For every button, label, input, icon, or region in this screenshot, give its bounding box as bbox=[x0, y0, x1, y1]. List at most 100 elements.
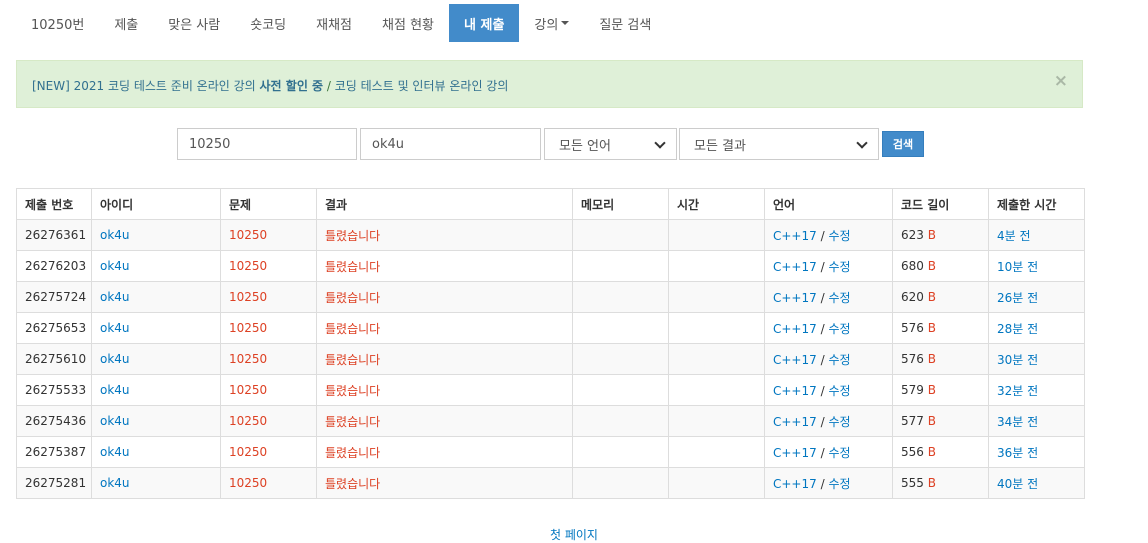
user-id-input[interactable] bbox=[360, 128, 541, 160]
code-length-value: 623 bbox=[901, 228, 924, 242]
edit-link[interactable]: 수정 bbox=[828, 322, 850, 336]
language-link[interactable]: C++17 bbox=[773, 260, 817, 274]
cell-submitted-at[interactable]: 30분 전 bbox=[988, 343, 1085, 375]
language-link[interactable]: C++17 bbox=[773, 446, 817, 460]
cell-code-length: 556 B bbox=[892, 436, 989, 468]
language-link[interactable]: C++17 bbox=[773, 415, 817, 429]
language-link[interactable]: C++17 bbox=[773, 322, 817, 336]
cell-submitted-at[interactable]: 34분 전 bbox=[988, 405, 1085, 437]
cell-memory bbox=[572, 436, 669, 468]
alert-bold: 사전 할인 중 bbox=[259, 79, 324, 93]
cell-user[interactable]: ok4u bbox=[91, 312, 221, 344]
cell-user[interactable]: ok4u bbox=[91, 436, 221, 468]
edit-link[interactable]: 수정 bbox=[828, 415, 850, 429]
cell-memory bbox=[572, 250, 669, 282]
table-row: 26275387 ok4u 10250 틀렸습니다 C++17 / 수정 556… bbox=[16, 436, 1085, 468]
alert-link-interview[interactable]: 코딩 테스트 및 인터뷰 온라인 강의 bbox=[335, 79, 509, 93]
promo-alert: [NEW] 2021 코딩 테스트 준비 온라인 강의 사전 할인 중 / 코딩… bbox=[16, 60, 1083, 108]
table-row: 26276203 ok4u 10250 틀렸습니다 C++17 / 수정 680… bbox=[16, 250, 1085, 282]
cell-language: C++17 / 수정 bbox=[764, 219, 893, 251]
language-select[interactable]: 모든 언어 bbox=[544, 128, 677, 160]
cell-code-length: 579 B bbox=[892, 374, 989, 406]
cell-submitted-at[interactable]: 36분 전 bbox=[988, 436, 1085, 468]
col-header-memory: 메모리 bbox=[572, 188, 669, 220]
cell-problem[interactable]: 10250 bbox=[220, 374, 317, 406]
cell-user[interactable]: ok4u bbox=[91, 405, 221, 437]
col-header-result: 결과 bbox=[316, 188, 573, 220]
cell-problem[interactable]: 10250 bbox=[220, 250, 317, 282]
nav-problem[interactable]: 10250번 bbox=[16, 4, 99, 42]
cell-submitted-at[interactable]: 4분 전 bbox=[988, 219, 1085, 251]
cell-problem[interactable]: 10250 bbox=[220, 405, 317, 437]
cell-result: 틀렸습니다 bbox=[316, 405, 573, 437]
code-length-unit: B bbox=[927, 228, 936, 242]
search-button[interactable]: 검색 bbox=[882, 131, 924, 157]
cell-submission-id: 26276361 bbox=[16, 219, 92, 251]
close-icon[interactable]: × bbox=[1054, 73, 1068, 90]
cell-problem[interactable]: 10250 bbox=[220, 281, 317, 313]
cell-submitted-at[interactable]: 32분 전 bbox=[988, 374, 1085, 406]
nav-rejudge[interactable]: 재채점 bbox=[301, 4, 367, 42]
code-length-value: 555 bbox=[901, 476, 924, 490]
result-select[interactable]: 모든 결과 bbox=[679, 128, 879, 160]
cell-user[interactable]: ok4u bbox=[91, 343, 221, 375]
cell-language: C++17 / 수정 bbox=[764, 281, 893, 313]
edit-link[interactable]: 수정 bbox=[828, 260, 850, 274]
cell-user[interactable]: ok4u bbox=[91, 250, 221, 282]
nav-short-coding[interactable]: 숏코딩 bbox=[235, 4, 301, 42]
cell-time bbox=[668, 312, 765, 344]
language-link[interactable]: C++17 bbox=[773, 291, 817, 305]
code-length-value: 576 bbox=[901, 321, 924, 335]
language-link[interactable]: C++17 bbox=[773, 384, 817, 398]
first-page-link[interactable]: 첫 페이지 bbox=[0, 526, 1148, 543]
edit-link[interactable]: 수정 bbox=[828, 353, 850, 367]
table-row: 26275653 ok4u 10250 틀렸습니다 C++17 / 수정 576… bbox=[16, 312, 1085, 344]
cell-user[interactable]: ok4u bbox=[91, 467, 221, 499]
problem-id-input[interactable] bbox=[177, 128, 357, 160]
cell-result: 틀렸습니다 bbox=[316, 374, 573, 406]
code-length-unit: B bbox=[927, 445, 936, 459]
cell-submitted-at[interactable]: 10분 전 bbox=[988, 250, 1085, 282]
cell-code-length: 680 B bbox=[892, 250, 989, 282]
cell-submission-id: 26275281 bbox=[16, 467, 92, 499]
cell-problem[interactable]: 10250 bbox=[220, 343, 317, 375]
edit-link[interactable]: 수정 bbox=[828, 446, 850, 460]
cell-user[interactable]: ok4u bbox=[91, 374, 221, 406]
cell-submitted-at[interactable]: 28분 전 bbox=[988, 312, 1085, 344]
cell-user[interactable]: ok4u bbox=[91, 281, 221, 313]
edit-link[interactable]: 수정 bbox=[828, 384, 850, 398]
nav-submit[interactable]: 제출 bbox=[99, 4, 153, 42]
cell-problem[interactable]: 10250 bbox=[220, 467, 317, 499]
cell-submission-id: 26276203 bbox=[16, 250, 92, 282]
filter-bar: 모든 언어 모든 결과 검색 bbox=[0, 128, 1148, 160]
cell-code-length: 577 B bbox=[892, 405, 989, 437]
language-link[interactable]: C++17 bbox=[773, 477, 817, 491]
nav-my-submissions[interactable]: 내 제출 bbox=[449, 4, 520, 42]
nav-solved-users[interactable]: 맞은 사람 bbox=[153, 4, 235, 42]
cell-problem[interactable]: 10250 bbox=[220, 219, 317, 251]
cell-code-length: 623 B bbox=[892, 219, 989, 251]
cell-problem[interactable]: 10250 bbox=[220, 312, 317, 344]
cell-result: 틀렸습니다 bbox=[316, 436, 573, 468]
alert-prefix: [NEW] 2021 코딩 테스트 준비 온라인 강의 bbox=[32, 79, 260, 93]
cell-time bbox=[668, 405, 765, 437]
language-link[interactable]: C++17 bbox=[773, 353, 817, 367]
code-length-unit: B bbox=[927, 414, 936, 428]
cell-problem[interactable]: 10250 bbox=[220, 436, 317, 468]
nav-lectures-dropdown[interactable]: 강의 bbox=[519, 4, 584, 42]
alert-link-course[interactable]: [NEW] 2021 코딩 테스트 준비 온라인 강의 사전 할인 중 bbox=[32, 79, 323, 93]
code-length-unit: B bbox=[927, 476, 936, 490]
cell-time bbox=[668, 343, 765, 375]
nav-question-search[interactable]: 질문 검색 bbox=[584, 4, 666, 42]
language-link[interactable]: C++17 bbox=[773, 229, 817, 243]
cell-submitted-at[interactable]: 40분 전 bbox=[988, 467, 1085, 499]
table-row: 26275724 ok4u 10250 틀렸습니다 C++17 / 수정 620… bbox=[16, 281, 1085, 313]
code-length-unit: B bbox=[927, 383, 936, 397]
edit-link[interactable]: 수정 bbox=[828, 229, 850, 243]
edit-link[interactable]: 수정 bbox=[828, 291, 850, 305]
cell-submitted-at[interactable]: 26분 전 bbox=[988, 281, 1085, 313]
cell-time bbox=[668, 436, 765, 468]
edit-link[interactable]: 수정 bbox=[828, 477, 850, 491]
cell-user[interactable]: ok4u bbox=[91, 219, 221, 251]
nav-judge-status[interactable]: 채점 현황 bbox=[367, 4, 449, 42]
